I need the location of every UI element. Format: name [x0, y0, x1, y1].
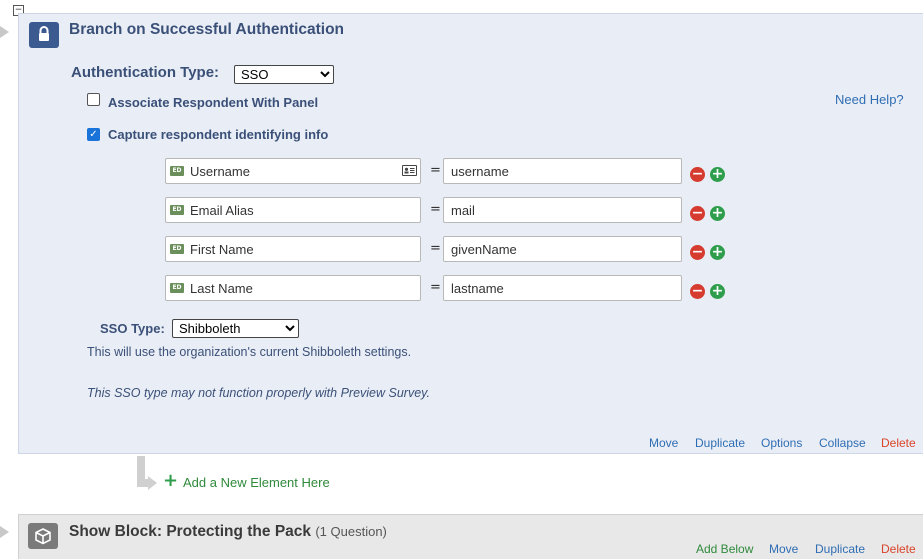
collapse-link[interactable]: Collapse [819, 436, 866, 450]
associate-panel-checkbox[interactable] [87, 93, 100, 106]
add-field-button[interactable]: + [710, 167, 725, 182]
connector-arrow-icon [148, 476, 157, 490]
attribute-input-last-name[interactable] [443, 275, 682, 301]
equals-sign: = [430, 280, 441, 295]
remove-field-button[interactable]: − [690, 245, 705, 260]
duplicate-link[interactable]: Duplicate [695, 436, 745, 450]
field-name: Username [190, 164, 250, 179]
block-delete-link[interactable]: Delete [881, 542, 916, 556]
equals-sign: = [430, 163, 441, 178]
flow-arrow-icon [0, 526, 9, 538]
sso-type-select[interactable]: Shibboleth [172, 319, 299, 338]
block-move-link[interactable]: Move [769, 542, 798, 556]
capture-info-label: Capture respondent identifying info [108, 127, 329, 142]
panel-title: Branch on Successful Authentication [69, 21, 345, 38]
sso-preview-warning: This SSO type may not function properly … [87, 386, 430, 400]
contact-card-icon[interactable] [402, 165, 417, 176]
move-link[interactable]: Move [649, 436, 678, 450]
remove-field-button[interactable]: − [690, 206, 705, 221]
options-link[interactable]: Options [761, 436, 802, 450]
auth-type-select[interactable]: SSO [234, 65, 334, 84]
add-field-button[interactable]: + [710, 284, 725, 299]
need-help-link[interactable]: Need Help? [835, 92, 904, 107]
embedded-field-email-alias[interactable]: ED Email Alias [165, 197, 421, 223]
add-below-link[interactable]: Add Below [696, 542, 753, 556]
embedded-field-username[interactable]: ED Username [165, 158, 421, 184]
embedded-data-tag-icon: ED [170, 244, 184, 254]
block-title-text: Show Block: Protecting the Pack [69, 523, 312, 540]
embedded-data-tag-icon: ED [170, 205, 184, 215]
lock-icon [29, 22, 59, 48]
embedded-field-last-name[interactable]: ED Last Name [165, 275, 421, 301]
remove-field-button[interactable]: − [690, 284, 705, 299]
remove-field-button[interactable]: − [690, 167, 705, 182]
embedded-data-tag-icon: ED [170, 283, 184, 293]
add-field-button[interactable]: + [710, 206, 725, 221]
attribute-input-first-name[interactable] [443, 236, 682, 262]
equals-sign: = [430, 241, 441, 256]
attribute-input-email-alias[interactable] [443, 197, 682, 223]
field-name: Email Alias [190, 203, 254, 218]
field-name: First Name [190, 242, 254, 257]
equals-sign: = [430, 202, 441, 217]
attribute-input-username[interactable] [443, 158, 682, 184]
block-duplicate-link[interactable]: Duplicate [815, 542, 865, 556]
block-title: Show Block: Protecting the Pack (1 Quest… [69, 523, 387, 541]
delete-link[interactable]: Delete [881, 436, 916, 450]
associate-panel-label: Associate Respondent With Panel [108, 95, 319, 110]
embedded-field-first-name[interactable]: ED First Name [165, 236, 421, 262]
add-element-plus-icon[interactable]: + [163, 470, 178, 491]
embedded-data-tag-icon: ED [170, 166, 184, 176]
sso-type-label: SSO Type: [100, 321, 165, 336]
cube-icon [28, 523, 58, 549]
capture-info-checkbox[interactable]: ✓ [87, 128, 100, 141]
auth-type-label: Authentication Type: [71, 64, 220, 81]
sso-description: This will use the organization's current… [87, 345, 412, 359]
add-element-link[interactable]: Add a New Element Here [183, 475, 330, 490]
question-count: (1 Question) [315, 524, 387, 539]
flow-arrow-icon [0, 26, 9, 38]
add-field-button[interactable]: + [710, 245, 725, 260]
field-name: Last Name [190, 281, 253, 296]
